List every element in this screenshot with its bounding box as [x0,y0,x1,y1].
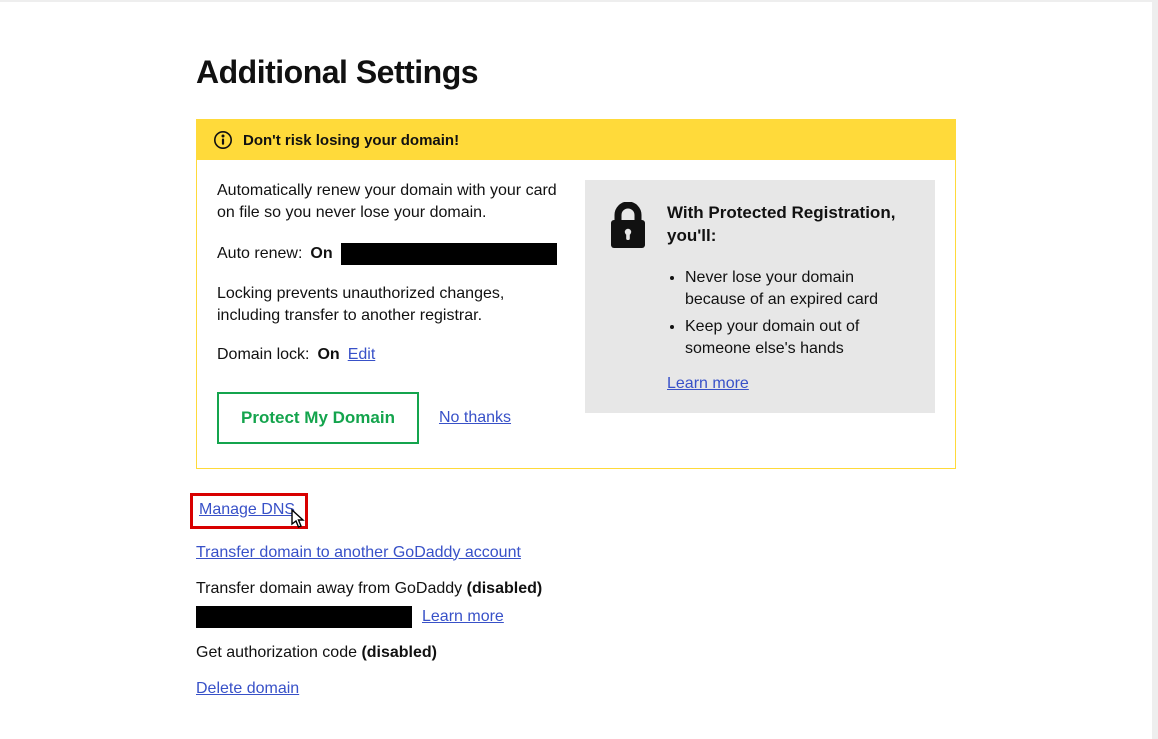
redacted-block [196,606,412,628]
autorenew-description: Automatically renew your domain with you… [217,180,565,225]
alert-header: Don't risk losing your domain! [197,120,955,160]
page-title: Additional Settings [196,54,956,91]
domainlock-label: Domain lock: [217,346,309,364]
info-icon [213,130,233,150]
locking-description: Locking prevents unauthorized changes, i… [217,283,565,328]
domain-risk-alert: Don't risk losing your domain! Automatic… [196,119,956,469]
promo-bullet: Never lose your domain because of an exp… [685,267,911,312]
alert-header-text: Don't risk losing your domain! [243,132,459,149]
manage-dns-link[interactable]: Manage DNS [199,501,295,518]
disabled-label: (disabled) [361,644,437,661]
transfer-internal-link[interactable]: Transfer domain to another GoDaddy accou… [196,544,521,561]
disabled-label: (disabled) [467,580,543,597]
protect-my-domain-button[interactable]: Protect My Domain [217,392,419,444]
cursor-icon [289,508,307,538]
edit-domainlock-link[interactable]: Edit [348,346,376,364]
promo-heading: With Protected Registration, you'll: [667,202,911,248]
domainlock-value: On [317,346,339,364]
redacted-block [341,243,557,265]
learn-more-transfer-link[interactable]: Learn more [422,605,504,629]
manage-dns-highlight: Manage DNS [190,493,308,529]
autorenew-value: On [310,245,332,263]
transfer-away-label: Transfer domain away from GoDaddy [196,580,467,597]
no-thanks-link[interactable]: No thanks [439,409,511,427]
lock-icon [607,202,649,255]
delete-domain-link[interactable]: Delete domain [196,680,299,697]
learn-more-link[interactable]: Learn more [667,375,749,392]
protected-registration-card: With Protected Registration, you'll: Nev… [585,180,935,413]
get-auth-label: Get authorization code [196,644,361,661]
promo-bullet: Keep your domain out of someone else's h… [685,316,911,361]
autorenew-label: Auto renew: [217,245,302,263]
